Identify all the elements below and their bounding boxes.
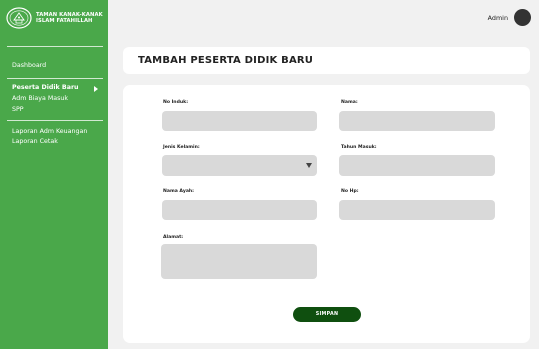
alamat-textarea[interactable] [161,244,317,279]
sidebar-divider [7,46,103,47]
school-emblem-icon [6,7,32,29]
no-hp-input[interactable] [339,200,495,220]
sidebar-divider [7,78,103,79]
user-menu[interactable]: Admin [488,9,531,26]
nama-input[interactable] [339,111,495,131]
nama-label: Nama: [341,100,358,105]
user-avatar-icon[interactable] [514,9,531,26]
sidebar-divider [7,120,103,121]
sidebar-item-spp[interactable]: SPP [12,106,24,114]
nama-ayah-label: Nama Ayah: [163,189,195,194]
nama-ayah-input[interactable] [162,200,317,220]
sidebar-item-dashboard[interactable]: Dashboard [12,62,46,70]
jenis-kelamin-select[interactable] [162,155,317,176]
sidebar-item-laporan-cetak[interactable]: Laporan Cetak [12,138,58,146]
user-name: Admin [487,13,508,22]
chevron-right-icon [94,86,98,92]
no-induk-input[interactable] [162,111,317,131]
brand[interactable]: TAMAN KANAK-KANAK ISLAM FATAHILLAH [6,7,103,29]
jenis-kelamin-label: Jenis Kelamin: [163,145,200,150]
no-hp-label: No Hp: [341,189,359,194]
no-induk-label: No Induk: [163,100,189,105]
brand-name: TAMAN KANAK-KANAK ISLAM FATAHILLAH [36,12,103,25]
sidebar-item-laporan-adm-keuangan[interactable]: Laporan Adm Keuangan [12,128,87,136]
sidebar-item-peserta-didik-baru[interactable]: Peserta Didik Baru [12,84,79,92]
caret-down-icon [306,163,312,168]
tahun-masuk-label: Tahun Masuk: [341,145,377,150]
alamat-label: Alamat: [163,235,184,240]
sidebar: TAMAN KANAK-KANAK ISLAM FATAHILLAH Dashb… [0,0,108,349]
sidebar-item-adm-biaya-masuk[interactable]: Adm Biaya Masuk [12,95,68,103]
student-form: No Induk: Nama: Jenis Kelamin: Tahun Mas… [123,85,530,343]
brand-name-line2: ISLAM FATAHILLAH [36,18,93,24]
tahun-masuk-input[interactable] [339,155,495,176]
page-title-card: TAMBAH PESERTA DIDIK BARU [123,47,530,74]
page-title: TAMBAH PESERTA DIDIK BARU [138,55,314,66]
simpan-button[interactable]: SIMPAN [293,307,361,322]
